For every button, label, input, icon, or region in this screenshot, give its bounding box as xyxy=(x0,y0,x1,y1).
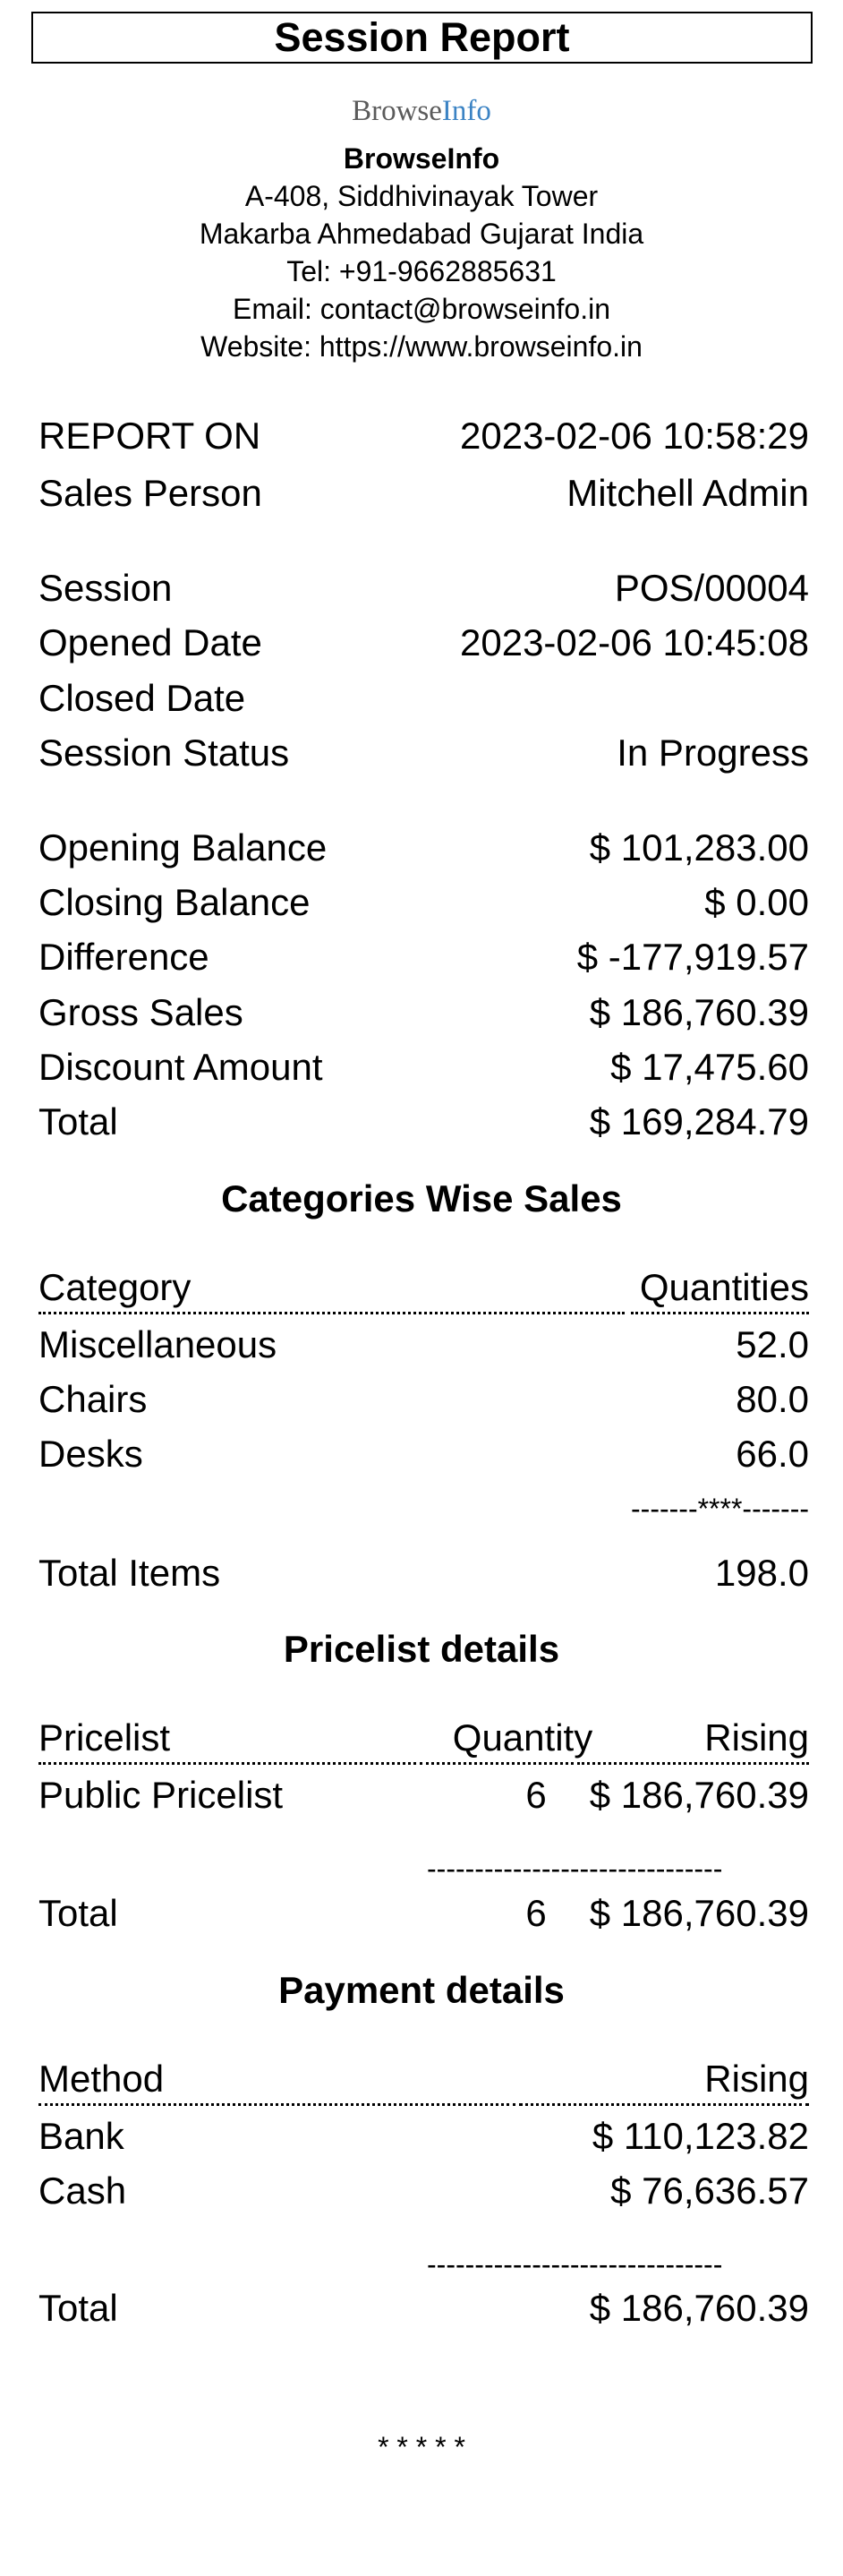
closed-date-label: Closed Date xyxy=(38,677,246,719)
pricelist-total-label: Total xyxy=(38,1892,118,1934)
company-tel: Tel: +91-9662885631 xyxy=(286,255,557,287)
pricelist-header-divider xyxy=(420,1762,574,1765)
total-items-value: 198.0 xyxy=(714,1552,809,1594)
pricelist-name: Public Pricelist xyxy=(38,1774,284,1816)
total-row: Total $ 169,284.79 xyxy=(38,1100,809,1144)
opened-date-label: Opened Date xyxy=(38,621,262,663)
pricelist-row: Public Pricelist 6 $ 186,760.39 xyxy=(38,1773,809,1818)
session-row: Session POS/00004 xyxy=(38,566,809,611)
report-on-value: 2023-02-06 10:58:29 xyxy=(460,415,809,457)
payment-separator: ------------------------------- xyxy=(427,2248,723,2281)
payment-header-row: Method Rising xyxy=(38,2057,809,2101)
category-name: Chairs xyxy=(38,1378,148,1420)
pricelist-total-row: Total 6 $ 186,760.39 xyxy=(38,1891,809,1936)
category-row: Chairs 80.0 xyxy=(38,1377,809,1422)
payment-total-label: Total xyxy=(38,2287,118,2329)
sales-person-row: Sales Person Mitchell Admin xyxy=(38,471,809,516)
payment-section-title: Payment details xyxy=(278,1969,565,2011)
category-quantity: 80.0 xyxy=(736,1378,809,1420)
closing-balance-row: Closing Balance $ 0.00 xyxy=(38,880,809,925)
difference-value: $ -177,919.57 xyxy=(576,936,809,978)
categories-header-row: Category Quantities xyxy=(38,1265,809,1310)
category-name: Desks xyxy=(38,1433,143,1475)
payment-header-divider xyxy=(519,2103,809,2106)
total-label: Total xyxy=(38,1100,118,1143)
total-items-row: Total Items 198.0 xyxy=(38,1551,809,1596)
pricelist-section-title: Pricelist details xyxy=(283,1628,560,1670)
payment-method: Cash xyxy=(38,2169,127,2212)
opening-balance-row: Opening Balance $ 101,283.00 xyxy=(38,826,809,870)
footer-stars: * * * * * xyxy=(378,2431,465,2463)
categories-header-divider xyxy=(38,1312,625,1314)
gross-sales-value: $ 186,760.39 xyxy=(589,991,809,1033)
rising-column-header: Rising xyxy=(704,1716,809,1759)
payment-row: Cash $ 76,636.57 xyxy=(38,2169,809,2213)
payment-amount: $ 76,636.57 xyxy=(610,2169,809,2212)
payment-method: Bank xyxy=(38,2115,124,2157)
company-website: Website: https://www.browseinfo.in xyxy=(200,330,643,363)
total-items-label: Total Items xyxy=(38,1552,221,1594)
company-logo: BrowseInfo xyxy=(352,95,491,127)
payment-row: Bank $ 110,123.82 xyxy=(38,2114,809,2159)
discount-amount-label: Discount Amount xyxy=(38,1046,323,1088)
closing-balance-label: Closing Balance xyxy=(38,881,311,923)
opened-date-value: 2023-02-06 10:45:08 xyxy=(460,621,809,663)
category-row: Desks 66.0 xyxy=(38,1432,809,1476)
pricelist-header-divider xyxy=(38,1762,416,1765)
session-status-label: Session Status xyxy=(38,732,290,774)
category-quantity: 52.0 xyxy=(736,1323,809,1365)
discount-amount-row: Discount Amount $ 17,475.60 xyxy=(38,1045,809,1090)
total-value: $ 169,284.79 xyxy=(589,1100,809,1143)
closed-date-row: Closed Date xyxy=(38,676,809,721)
category-column-header: Category xyxy=(38,1266,192,1308)
category-row: Miscellaneous 52.0 xyxy=(38,1322,809,1367)
company-email: Email: contact@browseinfo.in xyxy=(233,293,610,325)
report-on-label: REPORT ON xyxy=(38,415,261,457)
pricelist-column-header: Pricelist xyxy=(38,1716,171,1759)
session-value: POS/00004 xyxy=(614,567,809,609)
pricelist-total-amount: $ 186,760.39 xyxy=(589,1892,809,1934)
company-address-line2: Makarba Ahmedabad Gujarat India xyxy=(199,218,644,250)
quantities-column-header: Quantities xyxy=(639,1266,809,1308)
categories-header-divider xyxy=(631,1312,809,1314)
session-status-row: Session Status In Progress xyxy=(38,731,809,775)
gross-sales-row: Gross Sales $ 186,760.39 xyxy=(38,990,809,1035)
gross-sales-label: Gross Sales xyxy=(38,991,243,1033)
opening-balance-label: Opening Balance xyxy=(38,826,328,869)
company-address-line1: A-408, Siddhivinayak Tower xyxy=(244,180,599,212)
payment-rising-column-header: Rising xyxy=(704,2058,809,2100)
category-name: Miscellaneous xyxy=(38,1323,277,1365)
pricelist-separator: ------------------------------- xyxy=(427,1853,723,1885)
report-on-row: REPORT ON 2023-02-06 10:58:29 xyxy=(38,414,809,458)
company-name: BrowseInfo xyxy=(343,142,500,175)
payment-total-row: Total $ 186,760.39 xyxy=(38,2286,809,2331)
difference-label: Difference xyxy=(38,936,209,978)
closing-balance-value: $ 0.00 xyxy=(704,881,809,923)
categories-section-title: Categories Wise Sales xyxy=(221,1177,622,1220)
opening-balance-value: $ 101,283.00 xyxy=(589,826,809,869)
sales-person-label: Sales Person xyxy=(38,472,262,514)
payment-header-divider xyxy=(38,2103,515,2106)
report-title: Session Report xyxy=(31,12,813,64)
discount-amount-value: $ 17,475.60 xyxy=(610,1046,809,1088)
difference-row: Difference $ -177,919.57 xyxy=(38,935,809,980)
pricelist-amount: $ 186,760.39 xyxy=(589,1774,809,1816)
opened-date-row: Opened Date 2023-02-06 10:45:08 xyxy=(38,620,809,665)
session-status-value: In Progress xyxy=(617,732,809,774)
pricelist-header-divider xyxy=(577,1762,809,1765)
category-quantity: 66.0 xyxy=(736,1433,809,1475)
payment-total-amount: $ 186,760.39 xyxy=(589,2287,809,2329)
session-label: Session xyxy=(38,567,173,609)
quantity-column-header: Quantity xyxy=(452,1716,593,1759)
method-column-header: Method xyxy=(38,2058,165,2100)
sales-person-value: Mitchell Admin xyxy=(566,472,809,514)
categories-separator: -------****------- xyxy=(631,1493,809,1525)
pricelist-header-row: Pricelist Quantity Rising xyxy=(38,1716,809,1760)
payment-amount: $ 110,123.82 xyxy=(592,2115,809,2157)
